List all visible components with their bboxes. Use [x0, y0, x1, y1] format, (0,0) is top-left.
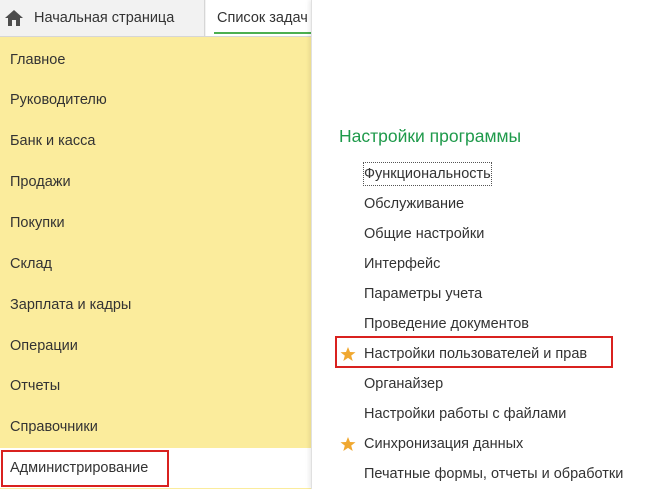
- section-content-panel: Настройки программы Функциональность Обс…: [311, 0, 647, 489]
- settings-group-title: Настройки программы: [339, 126, 522, 146]
- sidebar-item-operations[interactable]: Операции: [0, 326, 311, 366]
- sidebar-item-manager[interactable]: Руководителю: [0, 80, 311, 120]
- active-tab-indicator: [214, 32, 314, 34]
- sidebar-item-directories[interactable]: Справочники: [0, 407, 311, 447]
- link-functionality[interactable]: Функциональность: [363, 162, 492, 186]
- sidebar-item-salary-hr[interactable]: Зарплата и кадры: [0, 285, 311, 325]
- sidebar-item-sales[interactable]: Продажи: [0, 162, 311, 202]
- sidebar-item-purchases[interactable]: Покупки: [0, 203, 311, 243]
- link-document-posting[interactable]: Проведение документов: [364, 313, 529, 335]
- sidebar-item-reports[interactable]: Отчеты: [0, 366, 311, 406]
- link-data-sync[interactable]: Синхронизация данных: [364, 433, 523, 455]
- link-accounting-parameters[interactable]: Параметры учета: [364, 283, 482, 305]
- sidebar-item-warehouse[interactable]: Склад: [0, 244, 311, 284]
- tab-tasks-label: Список задач: [217, 10, 308, 26]
- favorite-star-icon[interactable]: [340, 436, 356, 452]
- sidebar-item-bank-cash[interactable]: Банк и касса: [0, 121, 311, 161]
- link-interface[interactable]: Интерфейс: [364, 253, 440, 275]
- home-icon: [5, 10, 23, 26]
- sidebar-item-main[interactable]: Главное: [0, 40, 311, 80]
- sidebar-item-administration[interactable]: Администрирование: [0, 448, 311, 488]
- tab-home-label: Начальная страница: [34, 10, 175, 26]
- sections-sidebar: Главное Руководителю Банк и касса Продаж…: [0, 37, 311, 489]
- link-file-settings[interactable]: Настройки работы с файлами: [364, 403, 566, 425]
- link-user-rights-settings[interactable]: Настройки пользователей и прав: [364, 343, 587, 365]
- link-print-forms-reports[interactable]: Печатные формы, отчеты и обработки: [364, 463, 623, 485]
- link-maintenance[interactable]: Обслуживание: [364, 193, 464, 215]
- link-general-settings[interactable]: Общие настройки: [364, 223, 484, 245]
- favorite-star-icon[interactable]: [340, 346, 356, 362]
- tab-tasks[interactable]: Список задач: [206, 0, 314, 36]
- link-organizer[interactable]: Органайзер: [364, 373, 443, 395]
- tab-home[interactable]: Начальная страница: [0, 0, 205, 36]
